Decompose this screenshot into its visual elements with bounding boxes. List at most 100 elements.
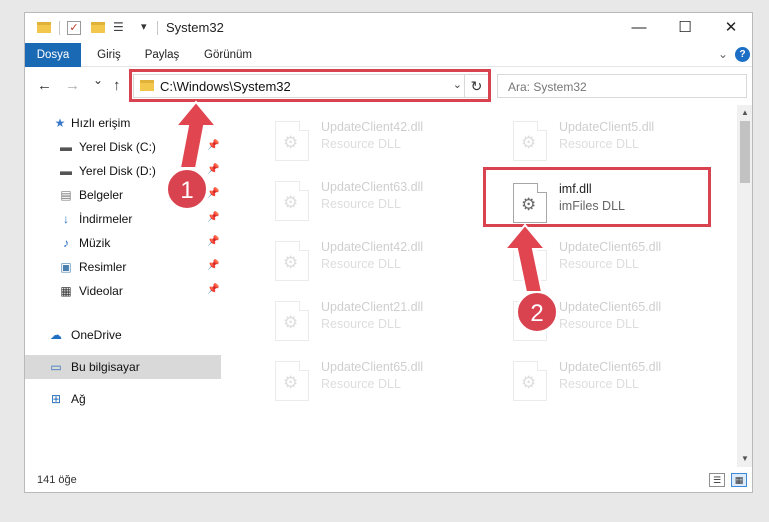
- pin-icon[interactable]: 📌: [207, 140, 219, 151]
- dll-file-icon: ⚙: [275, 181, 309, 221]
- sidebar-item-local-disk-d[interactable]: ▬ Yerel Disk (D:) 📌: [25, 159, 221, 183]
- ribbon: Dosya Giriş Paylaş Görünüm ⌄ ?: [25, 43, 752, 93]
- search-box[interactable]: Ara: System32: [497, 74, 747, 98]
- sidebar-item-onedrive[interactable]: ☁ OneDrive: [25, 323, 221, 347]
- list-item-imf-dll[interactable]: ⚙ imf.dll imFiles DLL: [509, 177, 734, 227]
- address-path[interactable]: C:\Windows\System32: [160, 79, 291, 94]
- scroll-up-icon[interactable]: ▲: [737, 105, 752, 121]
- scrollbar-thumb[interactable]: [740, 121, 750, 183]
- download-icon: ↓: [63, 212, 69, 226]
- network-icon: ⊞: [50, 392, 62, 406]
- dll-file-icon: ⚙: [513, 183, 547, 223]
- up-button[interactable]: ↑: [113, 77, 121, 94]
- pin-icon[interactable]: 📌: [207, 188, 219, 199]
- tiles-view-icon[interactable]: ▦: [731, 473, 747, 487]
- explorer-window: ✓ ☰ ▾ System32 — ☐ ✕ Dosya Giriş Paylaş …: [24, 12, 753, 493]
- tab-view[interactable]: Görünüm: [197, 43, 259, 67]
- refresh-button[interactable]: ↻: [464, 75, 488, 97]
- file-type: Resource DLL: [559, 257, 639, 271]
- list-item[interactable]: ⚙ UpdateClient65.dll Resource DLL: [509, 235, 734, 285]
- address-bar[interactable]: C:\Windows\System32 ⌄ ↻: [133, 74, 489, 98]
- sidebar-item-quick-access[interactable]: ★ Hızlı erişim: [25, 111, 221, 135]
- sidebar-item-local-disk-c[interactable]: ▬ Yerel Disk (C:) 📌: [25, 135, 221, 159]
- folder-icon[interactable]: [37, 22, 51, 33]
- status-bar: 141 öğe ☰ ▦: [25, 467, 752, 492]
- file-type: Resource DLL: [559, 317, 639, 331]
- sidebar-item-music[interactable]: ♪ Müzik 📌: [25, 231, 221, 255]
- pin-icon[interactable]: 📌: [207, 164, 219, 175]
- item-count: 141 öğe: [37, 474, 77, 486]
- sidebar-item-this-pc[interactable]: ▭ Bu bilgisayar: [25, 355, 221, 379]
- drive-icon: ▬: [60, 164, 72, 178]
- sidebar-item-videos[interactable]: ▦ Videolar 📌: [25, 279, 221, 303]
- gear-icon: ⚙: [521, 313, 537, 332]
- tab-home[interactable]: Giriş: [89, 43, 129, 67]
- dll-file-icon: ⚙: [513, 301, 547, 341]
- navigation-bar: ← → ⌄ ↑ C:\Windows\System32 ⌄ ↻ Ara: Sys…: [25, 67, 752, 105]
- forward-button[interactable]: →: [65, 77, 80, 94]
- file-type: Resource DLL: [321, 137, 401, 151]
- file-type: imFiles DLL: [559, 199, 625, 213]
- expand-ribbon-icon[interactable]: ⌄: [718, 47, 728, 61]
- drive-icon: ▬: [60, 140, 72, 154]
- list-item[interactable]: ⚙ UpdateClient5.dll Resource DLL: [509, 115, 734, 165]
- list-item[interactable]: ⚙ UpdateClient65.dll Resource DLL: [271, 355, 496, 405]
- address-dropdown-icon[interactable]: ⌄: [453, 78, 462, 91]
- pin-icon[interactable]: 📌: [207, 212, 219, 223]
- list-item[interactable]: ⚙ UpdateClient21.dll Resource DLL: [271, 295, 496, 345]
- file-name: UpdateClient21.dll: [321, 300, 424, 314]
- gear-icon: ⚙: [521, 133, 537, 152]
- file-name: imf.dll: [559, 182, 592, 196]
- list-item[interactable]: ⚙ UpdateClient42.dll Resource DLL: [271, 115, 496, 165]
- search-input[interactable]: Ara: System32: [508, 80, 587, 94]
- new-folder-icon[interactable]: [91, 22, 105, 33]
- sidebar-item-network[interactable]: ⊞ Ağ: [25, 387, 221, 411]
- details-view-icon[interactable]: ☰: [709, 473, 725, 487]
- quick-access-dropdown-icon[interactable]: ▾: [141, 20, 147, 36]
- gear-icon: ⚙: [521, 373, 537, 392]
- pin-icon[interactable]: 📌: [207, 284, 219, 295]
- file-name: UpdateClient65.dll: [559, 240, 662, 254]
- sidebar-item-pictures[interactable]: ▣ Resimler 📌: [25, 255, 221, 279]
- properties-icon[interactable]: ✓: [67, 21, 81, 35]
- list-item[interactable]: ⚙ UpdateClient63.dll Resource DLL: [271, 175, 496, 225]
- file-name: UpdateClient63.dll: [321, 180, 424, 194]
- sidebar-item-label: Belgeler: [79, 188, 124, 202]
- tab-share[interactable]: Paylaş: [135, 43, 189, 67]
- back-button[interactable]: ←: [37, 77, 52, 94]
- recent-locations-icon[interactable]: ⌄: [93, 73, 103, 87]
- sidebar-item-label: OneDrive: [71, 328, 122, 342]
- minimize-button[interactable]: —: [616, 13, 662, 43]
- dll-file-icon: ⚙: [275, 361, 309, 401]
- scroll-down-icon[interactable]: ▼: [737, 451, 752, 467]
- sidebar-item-documents[interactable]: ▤ Belgeler 📌: [25, 183, 221, 207]
- sidebar-item-label: Müzik: [79, 236, 111, 250]
- toolbar-separator: [59, 21, 60, 35]
- star-icon: ★: [54, 116, 66, 130]
- sidebar-item-label: Bu bilgisayar: [71, 360, 140, 374]
- file-name: UpdateClient65.dll: [559, 360, 662, 374]
- gear-icon: ⚙: [521, 195, 537, 214]
- pin-icon[interactable]: 📌: [207, 236, 219, 247]
- customize-icon[interactable]: ☰: [113, 20, 124, 36]
- window-title: System32: [166, 20, 224, 35]
- list-item[interactable]: ⚙ UpdateClient65.dll Resource DLL: [509, 295, 734, 345]
- gear-icon: ⚙: [283, 313, 299, 332]
- close-button[interactable]: ✕: [708, 13, 752, 43]
- list-item[interactable]: ⚙ UpdateClient65.dll Resource DLL: [509, 355, 734, 405]
- gear-icon: ⚙: [283, 133, 299, 152]
- pin-icon[interactable]: 📌: [207, 260, 219, 271]
- maximize-button[interactable]: ☐: [662, 13, 708, 43]
- pictures-icon: ▣: [60, 260, 72, 274]
- gear-icon: ⚙: [283, 373, 299, 392]
- file-type: Resource DLL: [559, 137, 639, 151]
- file-name: UpdateClient65.dll: [559, 300, 662, 314]
- vertical-scrollbar[interactable]: ▲ ▼: [737, 105, 752, 467]
- documents-icon: ▤: [60, 188, 72, 202]
- navigation-pane: ★ Hızlı erişim ▬ Yerel Disk (C:) 📌 ▬ Yer…: [25, 105, 221, 467]
- list-item[interactable]: ⚙ UpdateClient42.dll Resource DLL: [271, 235, 496, 285]
- sidebar-item-downloads[interactable]: ↓ İndirmeler 📌: [25, 207, 221, 231]
- dll-file-icon: ⚙: [275, 301, 309, 341]
- help-icon[interactable]: ?: [735, 47, 750, 62]
- dll-file-icon: ⚙: [275, 241, 309, 281]
